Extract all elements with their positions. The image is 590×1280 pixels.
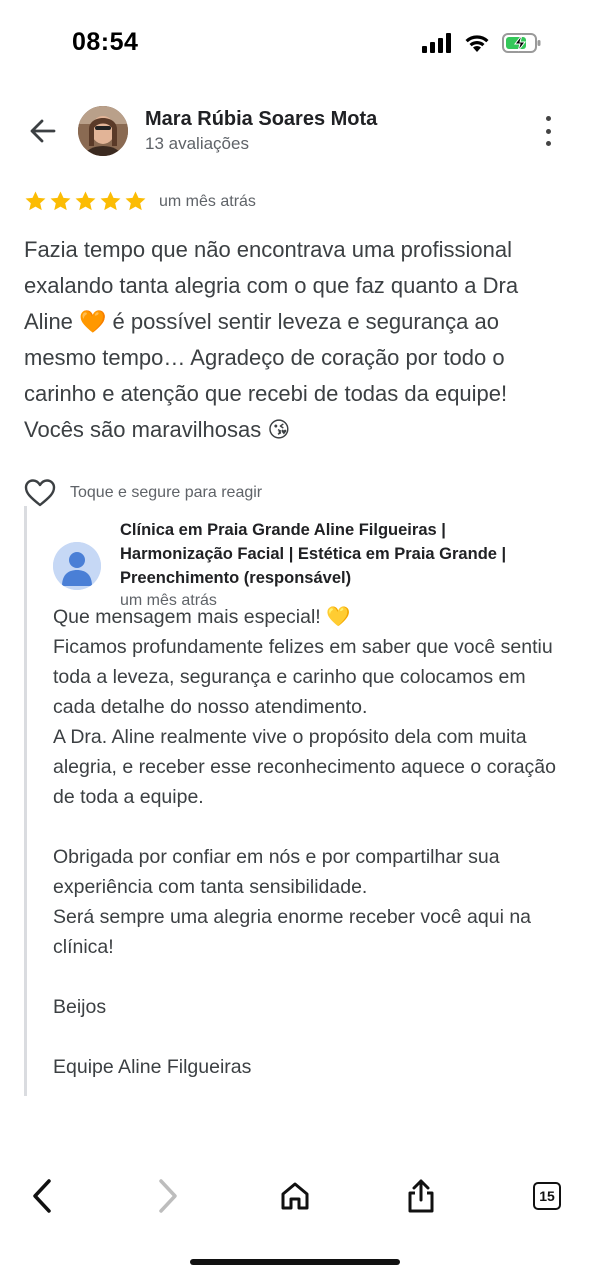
owner-name[interactable]: Clínica em Praia Grande Aline Filgueiras… — [120, 518, 560, 590]
chevron-left-icon — [33, 1179, 51, 1213]
share-icon — [408, 1179, 434, 1213]
browser-forward-button[interactable] — [148, 1176, 188, 1216]
status-icons — [422, 32, 542, 54]
star-rating — [24, 190, 147, 213]
review-text: Fazia tempo que não encontrava uma profi… — [24, 237, 519, 442]
browser-tabs-button[interactable]: 15 — [527, 1176, 567, 1216]
reviewer-name[interactable]: Mara Rúbia Soares Mota — [145, 108, 377, 131]
star-icon — [75, 191, 96, 211]
star-icon — [25, 191, 46, 211]
react-hint-label: Toque e segure para reagir — [70, 484, 263, 501]
heart-outline-icon[interactable] — [24, 478, 56, 508]
react-row[interactable]: Toque e segure para reagir — [24, 478, 262, 508]
reply-paragraph: Beijos — [53, 996, 107, 1018]
owner-avatar[interactable] — [53, 542, 101, 590]
reply-paragraph: Equipe Aline Filgueiras — [53, 1056, 252, 1078]
browser-home-button[interactable] — [275, 1176, 315, 1216]
home-icon — [281, 1182, 309, 1210]
browser-back-button[interactable] — [22, 1176, 62, 1216]
star-icon — [125, 191, 146, 211]
tab-count: 15 — [533, 1182, 561, 1210]
reply-paragraph: Obrigada por confiar em nós e por compar… — [53, 846, 532, 958]
more-options-icon[interactable] — [536, 116, 560, 146]
owner-reply-text: Que mensagem mais especial! 💛 Ficamos pr… — [53, 602, 573, 1082]
status-bar: 08:54 — [0, 0, 590, 90]
browser-toolbar: 15 — [0, 1160, 590, 1232]
review-time: um mês atrás — [159, 192, 256, 210]
home-indicator[interactable] — [190, 1259, 400, 1265]
star-icon — [50, 191, 71, 211]
reply-paragraph: Que mensagem mais especial! 💛 Ficamos pr… — [53, 606, 556, 808]
reviewer-avatar[interactable] — [78, 106, 128, 156]
browser-share-button[interactable] — [401, 1176, 441, 1216]
reviewer-review-count: 13 avaliações — [145, 134, 249, 153]
signal-icon — [422, 33, 451, 53]
chevron-right-icon — [159, 1179, 177, 1213]
back-arrow-icon[interactable] — [26, 114, 60, 148]
wifi-icon — [465, 35, 489, 52]
review-header: Mara Rúbia Soares Mota 13 avaliações — [0, 100, 590, 164]
owner-reply: Clínica em Praia Grande Aline Filgueiras… — [24, 506, 569, 1096]
battery-icon — [502, 33, 541, 53]
rating-row: um mês atrás — [24, 190, 256, 213]
star-icon — [100, 191, 121, 211]
status-time: 08:54 — [72, 28, 139, 56]
